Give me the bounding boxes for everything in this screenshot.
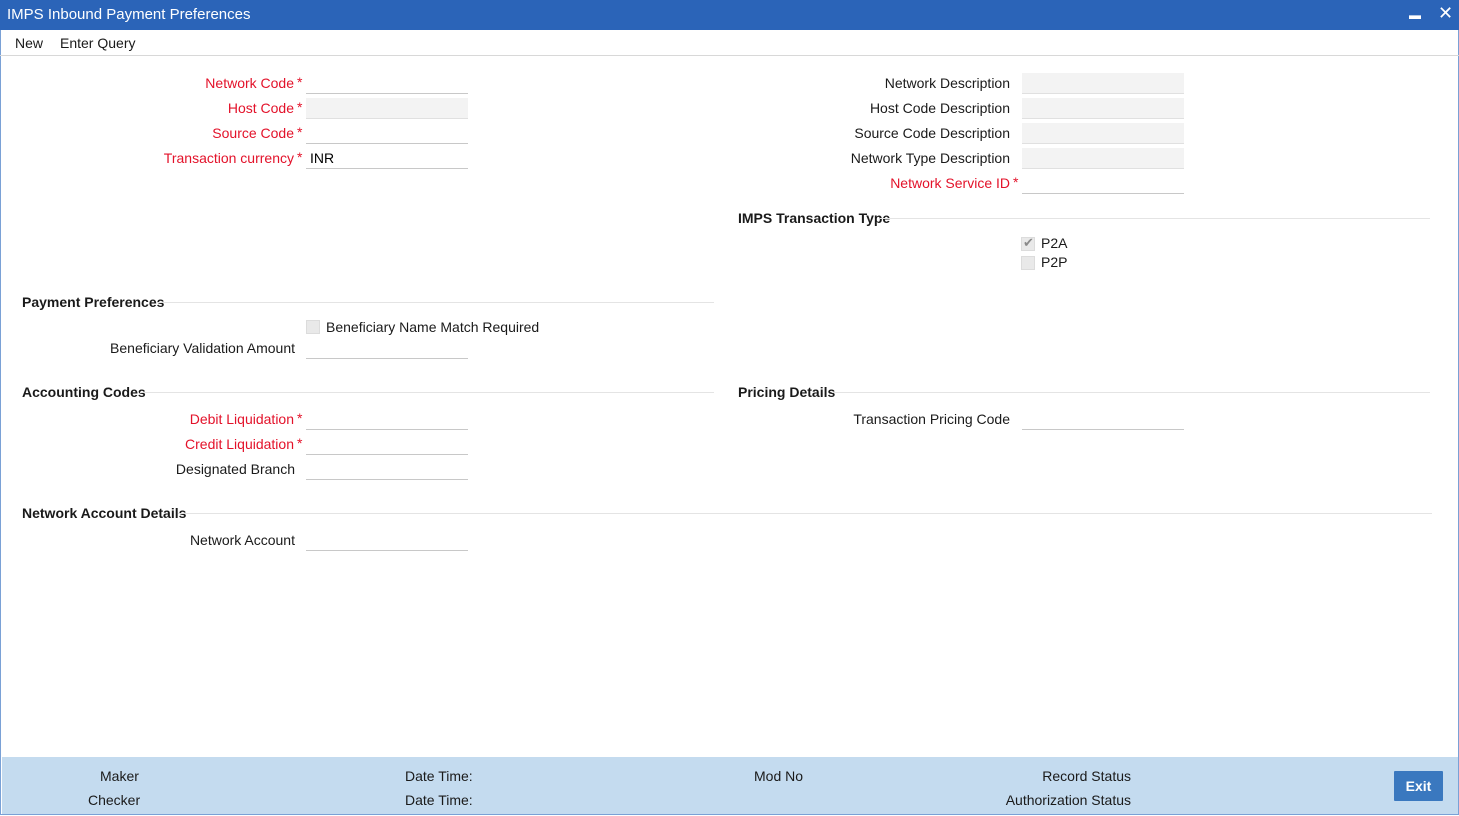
maker-date-time-label: Date Time: [405,768,473,784]
network-description-input[interactable] [1022,73,1184,94]
transaction-pricing-code-input[interactable] [1022,409,1184,430]
minimize-icon[interactable]: ▬ [1409,8,1421,22]
checkmark-icon: ✔ [1023,235,1034,250]
network-type-description-label: Network Type Description [850,150,1010,166]
designated-branch-label: Designated Branch [175,461,295,477]
section-divider [832,392,1430,393]
menu-bar: New Enter Query [0,30,1459,56]
debit-liquidation-label: Debit Liquidation [189,411,294,427]
required-marker: * [297,149,303,165]
imps-transaction-type-header: IMPS Transaction Type [738,210,891,226]
close-icon[interactable]: ✕ [1438,3,1453,24]
p2p-label: P2P [1041,254,1068,270]
credit-liquidation-label: Credit Liquidation [185,436,294,452]
network-description-label: Network Description [884,75,1010,91]
p2p-checkbox[interactable] [1021,256,1035,270]
source-code-description-input[interactable] [1022,123,1184,144]
network-account-input[interactable] [306,530,468,551]
audit-footer [2,757,1458,814]
accounting-codes-header: Accounting Codes [22,384,146,400]
checker-label: Checker [88,792,141,808]
checker-date-time-label: Date Time: [405,792,473,808]
designated-branch-input[interactable] [306,459,468,480]
network-code-label: Network Code [205,75,294,91]
source-code-label: Source Code [212,125,294,141]
network-account-label: Network Account [189,532,295,548]
window-title: IMPS Inbound Payment Preferences [7,6,251,23]
required-marker: * [297,74,303,90]
required-marker: * [1013,174,1019,190]
network-type-description-input[interactable] [1022,148,1184,169]
section-divider [156,302,714,303]
p2a-label: P2A [1041,235,1068,251]
source-code-description-label: Source Code Description [854,125,1010,141]
beneficiary-name-match-checkbox[interactable] [306,320,320,334]
section-divider [140,392,714,393]
section-divider [178,513,1432,514]
beneficiary-validation-amount-input[interactable] [306,338,468,359]
payment-preferences-header: Payment Preferences [22,294,165,310]
authorization-status-label: Authorization Status [1005,792,1131,808]
network-service-id-input[interactable] [1022,173,1184,194]
host-code-description-input[interactable] [1022,98,1184,119]
debit-liquidation-input[interactable] [306,409,468,430]
host-code-input[interactable] [306,98,468,119]
required-marker: * [297,124,303,140]
section-divider [880,218,1430,219]
credit-liquidation-input[interactable] [306,434,468,455]
new-button[interactable]: New [15,35,43,51]
network-account-details-header: Network Account Details [22,505,187,521]
beneficiary-name-match-label: Beneficiary Name Match Required [326,319,540,335]
transaction-pricing-code-label: Transaction Pricing Code [853,411,1010,427]
host-code-description-label: Host Code Description [869,100,1010,116]
required-marker: * [297,435,303,451]
mod-no-label: Mod No [754,768,804,784]
p2a-checkbox[interactable]: ✔ [1021,235,1035,251]
host-code-label: Host Code [227,100,294,116]
window-title-bar: IMPS Inbound Payment Preferences ▬ ✕ [0,0,1459,30]
required-marker: * [297,410,303,426]
transaction-currency-input[interactable] [306,148,468,169]
exit-button[interactable]: Exit [1394,771,1443,801]
network-service-id-label: Network Service ID [890,175,1010,191]
transaction-currency-label: Transaction currency [163,150,294,166]
record-status-label: Record Status [1042,768,1131,784]
beneficiary-validation-amount-label: Beneficiary Validation Amount [110,340,295,356]
network-code-input[interactable] [306,73,468,94]
maker-label: Maker [100,768,139,784]
enter-query-button[interactable]: Enter Query [60,35,135,51]
pricing-details-header: Pricing Details [738,384,836,400]
source-code-input[interactable] [306,123,468,144]
required-marker: * [297,99,303,115]
